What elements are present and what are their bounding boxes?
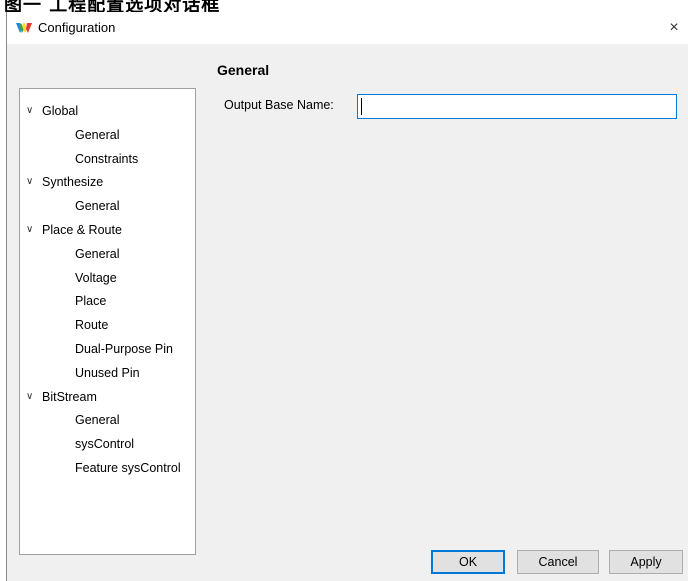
tree-node-label: Synthesize xyxy=(42,175,104,190)
chevron-down-icon[interactable]: ∨ xyxy=(26,100,38,122)
output-base-name-label: Output Base Name: xyxy=(224,98,334,112)
chevron-down-icon[interactable]: ∨ xyxy=(26,171,38,193)
gowin-logo-icon xyxy=(16,22,32,33)
tree-leaf[interactable]: Voltage xyxy=(75,267,117,289)
configuration-dialog: Configuration × General ∨ Global General Co… xyxy=(6,12,688,581)
text-caret xyxy=(361,98,362,115)
window-title: Configuration xyxy=(38,20,116,35)
tree-leaf[interactable]: Feature sysControl xyxy=(75,457,181,479)
chevron-down-icon[interactable]: ∨ xyxy=(26,219,38,241)
tree-leaf[interactable]: Constraints xyxy=(75,148,138,170)
tree-leaf[interactable]: General xyxy=(75,124,119,146)
settings-tree[interactable]: ∨ Global General Constraints ∨ Synthesize Gene… xyxy=(19,88,196,555)
tree-leaf[interactable]: sysControl xyxy=(75,433,134,455)
tree-node-label: Place & Route xyxy=(42,223,122,237)
section-title: General xyxy=(217,62,270,78)
tree-leaf[interactable]: General xyxy=(75,195,119,217)
tree-leaf[interactable]: Dual-Purpose Pin xyxy=(75,338,173,360)
ok-button[interactable]: OK xyxy=(431,550,505,574)
document-caption-strip: 图一 工程配置选项对话框 xyxy=(0,0,688,12)
cancel-button[interactable]: Cancel xyxy=(517,550,599,574)
document-caption: 图一 工程配置选项对话框 xyxy=(4,0,221,12)
title-bar[interactable]: Configuration × xyxy=(7,12,688,44)
tree-leaf[interactable]: Route xyxy=(75,314,108,336)
chevron-down-icon[interactable]: ∨ xyxy=(26,386,38,408)
apply-button[interactable]: Apply xyxy=(609,550,683,574)
tree-node-label: BitStream xyxy=(42,389,97,404)
tree-leaf[interactable]: Unused Pin xyxy=(75,362,140,384)
close-button[interactable]: × xyxy=(660,12,688,44)
output-base-name-input[interactable] xyxy=(357,94,677,119)
tree-leaf[interactable]: General xyxy=(75,409,119,431)
tree-leaf[interactable]: General xyxy=(75,243,119,265)
tree-node-label: Global xyxy=(42,104,79,118)
tree-leaf[interactable]: Place xyxy=(75,290,106,312)
